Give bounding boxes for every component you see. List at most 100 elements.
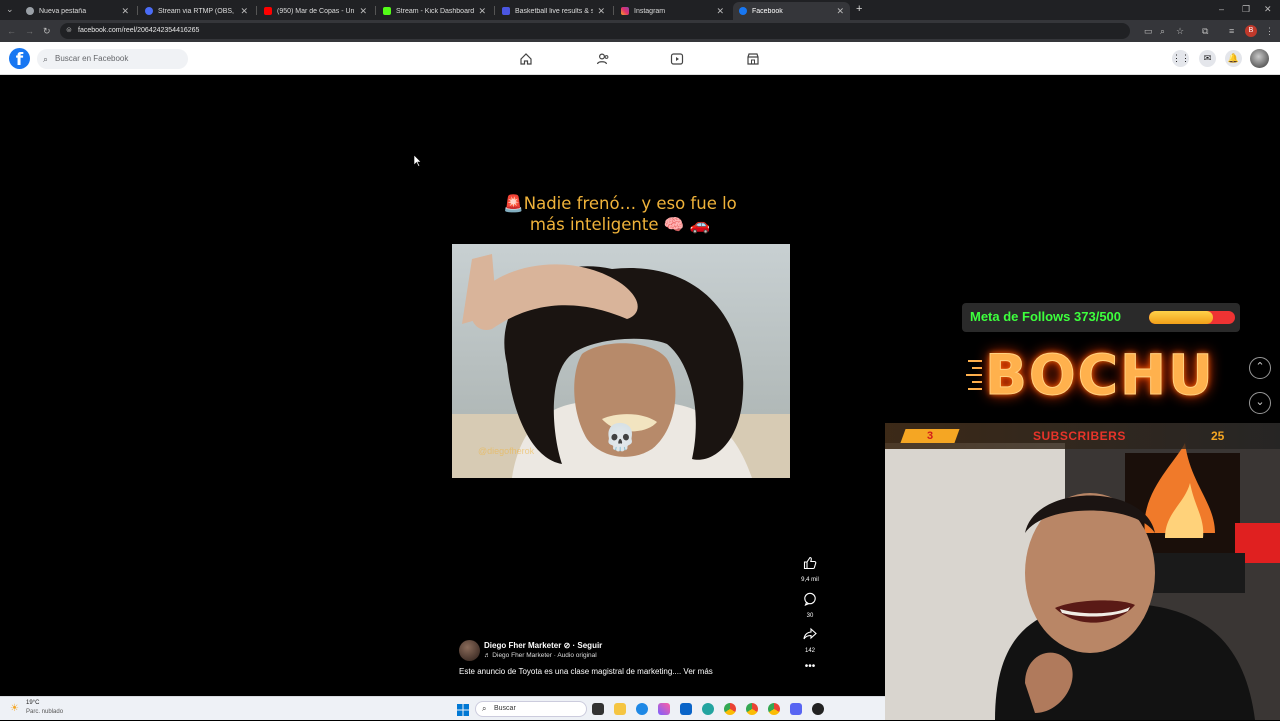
caption-line-1: 🚨Nadie frenó… y eso fue lo [503,194,737,213]
tab-separator [494,6,495,15]
tab-title: Basketball live results & schedu... [515,7,594,15]
tab-title: Nueva pestaña [39,7,87,15]
close-icon[interactable]: ✕ [716,6,724,17]
tab-kick-dashboard[interactable]: Stream - Kick Dashboard ✕ [377,2,492,20]
minimize-icon[interactable]: – [1219,3,1224,15]
comment-count: 30 [806,613,814,619]
address-bar-row: ← → ↻ ⊜ facebook.com/reel/20642423544162… [0,20,1280,42]
flashscore-favicon [502,7,510,15]
search-icon: ⌕ [43,54,49,64]
weather-description[interactable]: Parc. nublado [26,709,63,715]
chrome-icon[interactable] [724,703,736,715]
edge-icon[interactable] [636,703,648,715]
tab-basketball[interactable]: Basketball live results & schedu... ✕ [496,2,611,20]
subs-target: 25 [1211,429,1225,443]
kick-favicon [383,7,391,15]
reel-video[interactable]: @diegofherok 💀 [452,244,790,478]
author-name[interactable]: Diego Fher Marketer ⊘ · Seguir [484,641,602,650]
webcam-feed: 3 SUBSCRIBERS 25 [885,423,1280,720]
tab-title: Stream - Kick Dashboard [396,7,475,15]
weather-temperature[interactable]: 19°C [26,700,39,706]
bookmark-star-icon[interactable]: ☆ [1176,25,1184,37]
comment-icon [804,592,816,607]
chrome-alt-icon[interactable] [768,703,780,715]
facebook-logo[interactable]: f [9,48,30,70]
url-field[interactable]: ⊜ facebook.com/reel/2064242354416265 [60,23,1130,39]
tab-separator [137,6,138,15]
tab-title: (950) Mar de Copas - Un día sin... [277,7,355,15]
facebook-favicon [739,7,747,15]
tab-title: Instagram [634,7,666,15]
edge-browser-icon[interactable] [702,703,714,715]
notifications-icon[interactable]: 🔔 [1225,50,1242,67]
tab-youtube[interactable]: (950) Mar de Copas - Un día sin... ✕ [258,2,373,20]
tab-facebook[interactable]: Facebook ✕ [733,2,850,20]
restore-icon[interactable]: ❐ [1242,3,1250,15]
share-button[interactable]: 142 [797,627,823,654]
cast-icon[interactable]: ▭ [1144,25,1153,37]
subs-current: 3 [926,430,934,442]
close-icon[interactable]: ✕ [836,6,844,17]
more-options-icon[interactable]: ••• [797,661,823,672]
profile-badge[interactable]: B [1245,25,1257,37]
new-tab-icon[interactable]: + [856,3,862,15]
tab-nueva-pestana[interactable]: Nueva pestaña ✕ [20,2,135,20]
file-explorer-icon[interactable] [614,703,626,715]
search-placeholder: Buscar en Facebook [55,54,129,63]
search-icon: ⌕ [482,704,487,713]
author-avatar[interactable] [459,640,480,661]
windows-start-icon[interactable] [457,703,469,716]
menu-grid-icon[interactable]: ⋮⋮ [1172,50,1190,67]
window-close-icon[interactable]: ✕ [1264,3,1272,15]
forward-icon[interactable]: → [25,25,34,37]
profile-avatar[interactable] [1250,49,1269,68]
tab-separator [256,6,257,15]
close-icon[interactable]: ✕ [478,6,486,17]
reel-description[interactable]: Este anuncio de Toyota es una clase magi… [459,667,713,676]
zoom-icon[interactable]: ⌕ [1160,25,1165,37]
like-count: 9,4 mil [801,577,819,583]
tab-separator [375,6,376,15]
subs-current-badge: 3 [900,429,960,443]
subscribers-bar: 3 SUBSCRIBERS 25 [885,423,1280,449]
video-watermark: @diegofherok [478,446,535,456]
close-icon[interactable]: ✕ [240,6,248,17]
media-icon[interactable]: ≡ [1229,25,1234,37]
friends-icon[interactable] [595,52,609,66]
close-icon[interactable]: ✕ [597,6,605,17]
skull-emoji: 💀 [604,422,637,452]
chrome-profile-icon[interactable] [746,703,758,715]
site-info-icon[interactable]: ⊜ [66,23,72,39]
close-icon[interactable]: ✕ [359,6,367,17]
copilot-icon[interactable] [658,703,670,715]
home-icon[interactable] [519,52,533,66]
obs-icon[interactable] [812,703,824,715]
tab-stream-rtmp[interactable]: Stream via RTMP (OBS, Vmix, Z... ✕ [139,2,254,20]
chrome-menu-icon[interactable]: ⋮ [1265,25,1274,37]
task-view-icon[interactable] [592,703,604,715]
outlook-icon[interactable] [680,703,692,715]
discord-icon[interactable] [790,703,802,715]
extensions-icon[interactable]: ⧉ [1202,25,1208,37]
taskbar-search[interactable]: ⌕ Buscar [475,701,587,717]
back-icon[interactable]: ← [7,25,16,37]
tab-instagram[interactable]: Instagram ✕ [615,2,730,20]
tab-separator [613,6,614,15]
follow-goal-fill [1149,311,1214,324]
stream-favicon [145,7,153,15]
marketplace-icon[interactable] [746,52,760,66]
audio-source[interactable]: ♬ Diego Fher Marketer · Audio original [484,652,597,659]
facebook-search-input[interactable]: ⌕ Buscar en Facebook [37,49,188,69]
weather-icon[interactable]: ☀ [10,703,19,714]
reload-icon[interactable]: ↻ [43,25,51,37]
follow-goal-widget: Meta de Follows 373/500 [962,303,1240,332]
next-reel-button[interactable]: ⌄ [1249,392,1271,414]
close-icon[interactable]: ✕ [121,6,129,17]
tab-title: Facebook [752,7,783,15]
video-icon[interactable] [670,52,684,66]
comment-button[interactable]: 30 [797,592,823,619]
tab-search-icon[interactable]: ⌄ [6,3,14,15]
like-button[interactable]: 9,4 mil [797,556,823,583]
messenger-icon[interactable]: ✉ [1199,50,1216,67]
previous-reel-button[interactable]: ⌃ [1249,357,1271,379]
